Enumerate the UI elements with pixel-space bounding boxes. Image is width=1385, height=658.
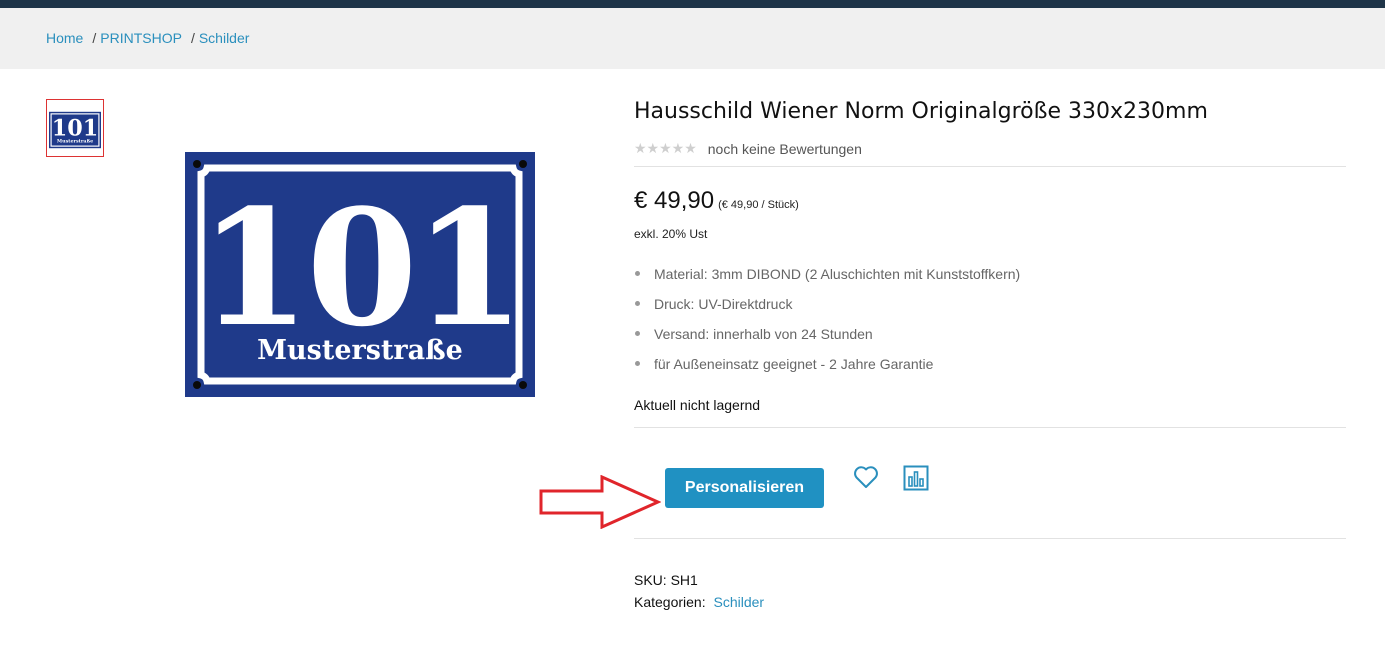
feature-item: Druck: UV-Direktdruck [634, 294, 1020, 324]
product-rating: ★★★★★ noch keine Bewertungen [634, 140, 862, 157]
sign-number: 101 [199, 174, 521, 362]
product-title: Hausschild Wiener Norm Originalgröße 330… [634, 99, 1208, 124]
feature-item: für Außeneinsatz geeignet - 2 Jahre Gara… [634, 354, 1020, 384]
personalize-button[interactable]: Personalisieren [665, 468, 824, 508]
rating-text: noch keine Bewertungen [707, 140, 862, 157]
categories-label: Kategorien: [634, 594, 706, 610]
product-thumbnail[interactable]: 101 Musterstraße [46, 99, 104, 157]
breadcrumb-home[interactable]: Home [46, 30, 83, 46]
rating-stars-icon: ★★★★★ [634, 140, 697, 156]
thumbnail-street: Musterstraße [57, 139, 93, 145]
thumbnail-image: 101 Musterstraße [49, 111, 101, 149]
heart-icon[interactable] [853, 465, 879, 494]
red-arrow-icon [539, 475, 661, 529]
feature-item: Versand: innerhalb von 24 Stunden [634, 324, 1020, 354]
stock-status: Aktuell nicht lagernd [634, 397, 761, 413]
sku-value: SH1 [670, 572, 698, 588]
categories-row: Kategorien: Schilder [634, 594, 764, 610]
bar-chart-icon[interactable] [903, 465, 929, 496]
divider [634, 538, 1346, 539]
divider [634, 166, 1346, 167]
unit-price: (€ 49,90 / Stück) [718, 199, 799, 211]
breadcrumb-separator: / [92, 30, 97, 46]
breadcrumb-separator: / [190, 30, 195, 46]
feature-item: Material: 3mm DIBOND (2 Aluschichten mit… [634, 264, 1020, 294]
category-link[interactable]: Schilder [714, 594, 765, 610]
sku-label: SKU: [634, 572, 667, 588]
breadcrumb-bar: Home / PRINTSHOP / Schilder [0, 8, 1385, 69]
divider [634, 427, 1346, 428]
tax-note: exkl. 20% Ust [634, 227, 708, 241]
top-bar [0, 0, 1385, 8]
sku-row: SKU: SH1 [634, 572, 698, 588]
product-price: € 49,90 [634, 187, 715, 214]
breadcrumb-schilder[interactable]: Schilder [199, 30, 250, 46]
product-main-image[interactable]: 101 Musterstraße [185, 152, 535, 397]
sign-street: Musterstraße [257, 335, 463, 366]
price-block: € 49,90 (€ 49,90 / Stück) [634, 187, 799, 215]
thumbnail-number: 101 [52, 116, 98, 142]
breadcrumb-printshop[interactable]: PRINTSHOP [100, 30, 182, 46]
feature-list: Material: 3mm DIBOND (2 Aluschichten mit… [634, 264, 1020, 384]
breadcrumb: Home / PRINTSHOP / Schilder [46, 30, 249, 46]
